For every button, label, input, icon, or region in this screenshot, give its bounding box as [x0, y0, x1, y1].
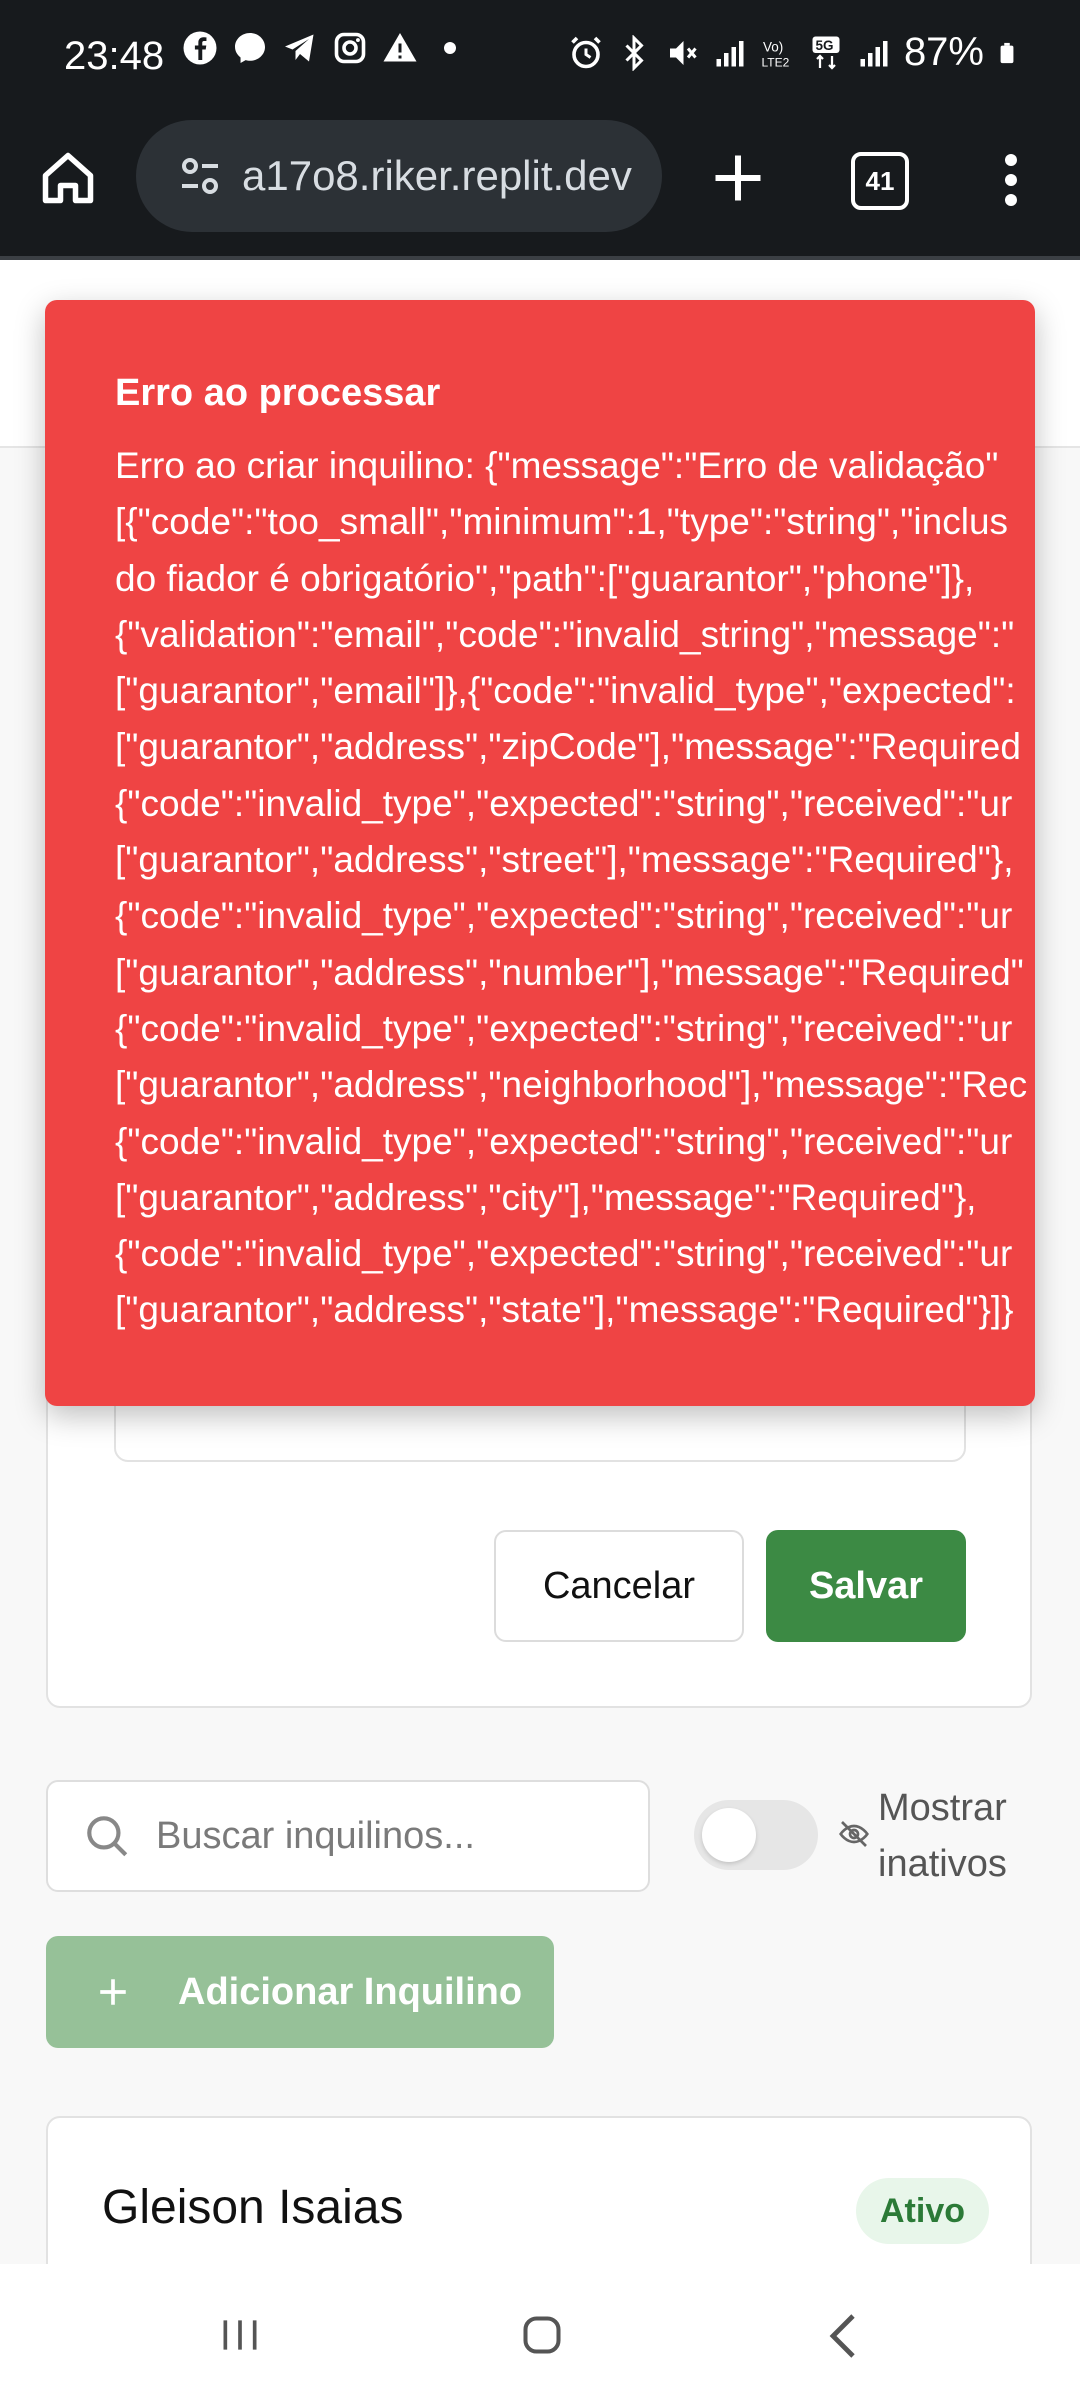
- toast-line: ["guarantor","address","number"],"messag…: [115, 951, 1024, 993]
- notification-icons: [182, 30, 468, 66]
- alarm-icon: [571, 36, 601, 68]
- toast-line: {"code":"invalid_type","expected":"strin…: [115, 1120, 1013, 1162]
- url-text: a17o8.riker.replit.dev: [242, 152, 632, 199]
- messenger-icon: [235, 33, 265, 63]
- toast-line: ["guarantor","address","state"],"message…: [115, 1289, 1014, 1331]
- cancel-button[interactable]: Cancelar: [494, 1530, 744, 1642]
- tab-switcher-button[interactable]: 41: [851, 152, 909, 210]
- home-icon[interactable]: [38, 148, 98, 208]
- toast-line: {"code":"invalid_type","expected":"strin…: [115, 895, 1013, 937]
- new-tab-icon[interactable]: [708, 148, 768, 208]
- search-input[interactable]: [154, 1813, 598, 1859]
- toast-line: {"validation":"email","code":"invalid_st…: [115, 613, 1015, 655]
- battery-icon: [1000, 42, 1014, 63]
- facebook-icon: [183, 31, 217, 65]
- show-inactive-label: Mostrar inativos: [878, 1780, 1028, 1892]
- more-menu-icon[interactable]: [996, 150, 1026, 210]
- eye-off-icon: [839, 1821, 869, 1847]
- mute-icon: [669, 40, 697, 65]
- add-tenant-label: Adicionar Inquilino: [178, 1970, 523, 2013]
- warning-icon: [383, 33, 417, 62]
- toast-line: ["guarantor","address","street"],"messag…: [115, 839, 1014, 881]
- search-field[interactable]: [46, 1780, 650, 1892]
- 5g-icon: 5G: [812, 36, 840, 70]
- address-bar[interactable]: a17o8.riker.replit.dev: [136, 120, 662, 232]
- site-settings-icon[interactable]: [176, 152, 224, 200]
- toggle-knob: [702, 1808, 756, 1862]
- search-icon: [87, 1816, 128, 1857]
- svg-text:5G: 5G: [815, 38, 833, 53]
- svg-text:LTE2: LTE2: [761, 55, 789, 69]
- toast-line: {"code":"invalid_type","expected":"strin…: [115, 782, 1013, 824]
- toast-line: ["guarantor","address","neighborhood"],"…: [115, 1064, 1028, 1106]
- show-inactive-toggle[interactable]: [694, 1800, 818, 1870]
- system-icons: Vo) LTE2 5G 87%: [568, 30, 1018, 75]
- toast-message: Erro ao criar inquilino: {"message":"Err…: [115, 438, 1035, 1339]
- home-nav-icon[interactable]: [520, 2312, 564, 2358]
- tenant-name: Gleison Isaias: [102, 2181, 404, 2234]
- toast-line: ["guarantor","address","zipCode"],"messa…: [115, 726, 1021, 768]
- toast-line: do fiador é obrigatório","path":["guaran…: [115, 557, 975, 599]
- battery-percent: 87%: [903, 30, 984, 74]
- toast-line: {"code":"invalid_type","expected":"strin…: [115, 1233, 1013, 1275]
- dot-icon: [444, 42, 456, 54]
- toast-line: [{"code":"too_small","minimum":1,"type":…: [115, 501, 1009, 543]
- toast-line: ["guarantor","address","city"],"message"…: [115, 1176, 977, 1218]
- signal-icon: [860, 40, 888, 66]
- svg-text:Vo): Vo): [763, 39, 783, 54]
- save-button[interactable]: Salvar: [766, 1530, 966, 1642]
- show-inactive-label-line2: inativos: [878, 1843, 1007, 1885]
- toast-title: Erro ao processar: [115, 372, 441, 414]
- toast-line: {"code":"invalid_type","expected":"strin…: [115, 1007, 1013, 1049]
- bluetooth-icon: [625, 34, 644, 71]
- telegram-icon: [285, 34, 314, 62]
- signal-icon: [716, 40, 744, 66]
- status-bar: 23:48 Vo) LTE2 5G 87%: [0, 0, 1080, 116]
- status-time: 23:48: [64, 34, 165, 78]
- instagram-icon: [334, 32, 366, 64]
- recents-icon[interactable]: [218, 2312, 262, 2358]
- toast-line: Erro ao criar inquilino: {"message":"Err…: [115, 445, 999, 486]
- error-toast[interactable]: Erro ao processar Erro ao criar inquilin…: [45, 300, 1035, 1406]
- toast-line: ["guarantor","email"]},{"code":"invalid_…: [115, 670, 1016, 712]
- add-tenant-button[interactable]: Adicionar Inquilino: [46, 1936, 554, 2048]
- volte-icon: Vo)LTE2: [761, 39, 789, 69]
- show-inactive-label-line1: Mostrar: [878, 1787, 1007, 1829]
- plus-icon: [100, 1979, 126, 2005]
- status-badge: Ativo: [856, 2178, 989, 2244]
- back-icon[interactable]: [826, 2312, 860, 2360]
